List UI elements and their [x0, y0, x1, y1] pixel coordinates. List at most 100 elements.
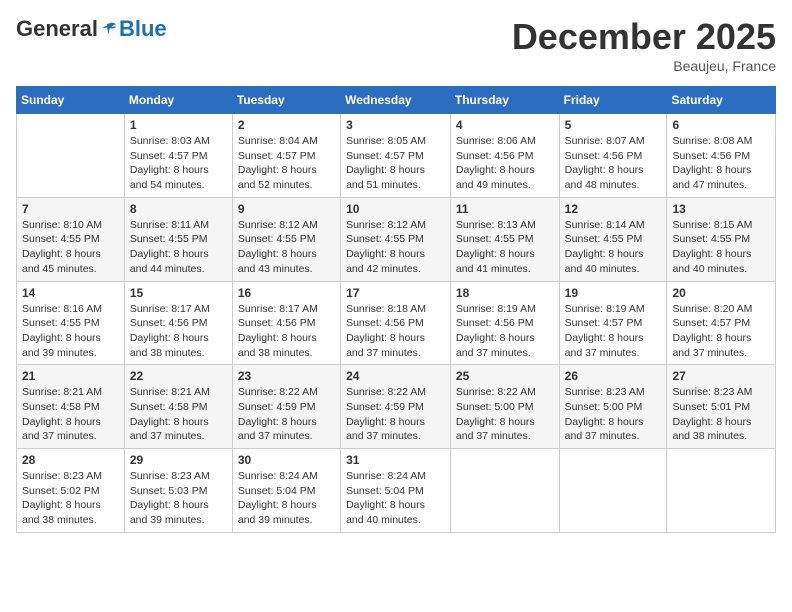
calendar-cell: 10 Sunrise: 8:12 AMSunset: 4:55 PMDayligh… — [341, 197, 451, 281]
calendar-cell: 5Sunrise: 8:07 AMSunset: 4:56 PMDaylight… — [559, 114, 667, 198]
day-info: Sunrise: 8:23 AMSunset: 5:01 PMDaylight:… — [672, 385, 770, 444]
day-number: 1 — [130, 118, 227, 132]
calendar-cell: 25 Sunrise: 8:22 AMSunset: 5:00 PMDayligh… — [450, 365, 559, 449]
calendar-cell: 24Sunrise: 8:22 AMSunset: 4:59 PMDayligh… — [341, 365, 451, 449]
day-number: 15 — [130, 286, 227, 300]
day-number: 17 — [346, 286, 445, 300]
calendar-cell: 13 Sunrise: 8:15 AMSunset: 4:55 PMDayligh… — [667, 197, 776, 281]
calendar-cell: 18 Sunrise: 8:19 AMSunset: 4:56 PMDayligh… — [450, 281, 559, 365]
days-header-row: SundayMondayTuesdayWednesdayThursdayFrid… — [17, 87, 776, 114]
day-number: 16 — [238, 286, 335, 300]
day-info: Sunrise: 8:22 AMSunset: 5:00 PMDaylight:… — [456, 385, 554, 444]
day-info: Sunrise: 8:10 AMSunset: 4:55 PMDaylight:… — [22, 218, 119, 277]
day-info: Sunrise: 8:12 AMSunset: 4:55 PMDaylight:… — [346, 218, 445, 277]
day-number: 5 — [565, 118, 662, 132]
day-info: Sunrise: 8:11 AMSunset: 4:55 PMDaylight:… — [130, 218, 227, 277]
day-info: Sunrise: 8:19 AMSunset: 4:56 PMDaylight:… — [456, 302, 554, 361]
day-number: 4 — [456, 118, 554, 132]
day-info: Sunrise: 8:22 AMSunset: 4:59 PMDaylight:… — [346, 385, 445, 444]
day-number: 25 — [456, 369, 554, 383]
day-info: Sunrise: 8:18 AMSunset: 4:56 PMDaylight:… — [346, 302, 445, 361]
week-row-4: 21Sunrise: 8:21 AMSunset: 4:58 PMDayligh… — [17, 365, 776, 449]
day-number: 28 — [22, 453, 119, 467]
calendar-cell: 14 Sunrise: 8:16 AMSunset: 4:55 PMDayligh… — [17, 281, 125, 365]
day-number: 26 — [565, 369, 662, 383]
day-info: Sunrise: 8:21 AMSunset: 4:58 PMDaylight:… — [130, 385, 227, 444]
month-title: December 2025 — [512, 16, 776, 58]
logo-general-text: General — [16, 16, 98, 42]
day-info: Sunrise: 8:21 AMSunset: 4:58 PMDaylight:… — [22, 385, 119, 444]
day-info: Sunrise: 8:23 AMSunset: 5:02 PMDaylight:… — [22, 469, 119, 528]
calendar-cell: 27Sunrise: 8:23 AMSunset: 5:01 PMDayligh… — [667, 365, 776, 449]
day-number: 18 — [456, 286, 554, 300]
calendar-cell: 31 Sunrise: 8:24 AMSunset: 5:04 PMDayligh… — [341, 449, 451, 533]
day-header-sunday: Sunday — [17, 87, 125, 114]
calendar-cell: 2Sunrise: 8:04 AMSunset: 4:57 PMDaylight… — [232, 114, 340, 198]
day-info: Sunrise: 8:24 AMSunset: 5:04 PMDaylight:… — [238, 469, 335, 528]
calendar-cell: 7 Sunrise: 8:10 AMSunset: 4:55 PMDaylight… — [17, 197, 125, 281]
calendar-cell: 30 Sunrise: 8:24 AMSunset: 5:04 PMDayligh… — [232, 449, 340, 533]
day-number: 12 — [565, 202, 662, 216]
calendar-body: 1 Sunrise: 8:03 AMSunset: 4:57 PMDaylight… — [17, 114, 776, 533]
day-header-monday: Monday — [124, 87, 232, 114]
calendar-cell — [17, 114, 125, 198]
day-info: Sunrise: 8:17 AMSunset: 4:56 PMDaylight:… — [130, 302, 227, 361]
title-section: December 2025 Beaujeu, France — [512, 16, 776, 74]
day-number: 20 — [672, 286, 770, 300]
calendar-cell: 26 Sunrise: 8:23 AMSunset: 5:00 PMDayligh… — [559, 365, 667, 449]
day-number: 6 — [672, 118, 770, 132]
day-number: 31 — [346, 453, 445, 467]
day-number: 29 — [130, 453, 227, 467]
calendar-cell: 19 Sunrise: 8:19 AMSunset: 4:57 PMDayligh… — [559, 281, 667, 365]
logo-blue-text: Blue — [119, 16, 167, 42]
day-number: 30 — [238, 453, 335, 467]
week-row-2: 7 Sunrise: 8:10 AMSunset: 4:55 PMDaylight… — [17, 197, 776, 281]
day-number: 8 — [130, 202, 227, 216]
week-row-5: 28 Sunrise: 8:23 AMSunset: 5:02 PMDayligh… — [17, 449, 776, 533]
day-info: Sunrise: 8:03 AMSunset: 4:57 PMDaylight:… — [130, 134, 227, 193]
calendar-cell — [667, 449, 776, 533]
day-number: 7 — [22, 202, 119, 216]
day-info: Sunrise: 8:06 AMSunset: 4:56 PMDaylight:… — [456, 134, 554, 193]
calendar-cell — [559, 449, 667, 533]
day-header-thursday: Thursday — [450, 87, 559, 114]
day-number: 14 — [22, 286, 119, 300]
day-info: Sunrise: 8:12 AMSunset: 4:55 PMDaylight:… — [238, 218, 335, 277]
day-number: 13 — [672, 202, 770, 216]
day-info: Sunrise: 8:23 AMSunset: 5:00 PMDaylight:… — [565, 385, 662, 444]
calendar-cell: 28 Sunrise: 8:23 AMSunset: 5:02 PMDayligh… — [17, 449, 125, 533]
day-number: 19 — [565, 286, 662, 300]
day-info: Sunrise: 8:23 AMSunset: 5:03 PMDaylight:… — [130, 469, 227, 528]
calendar-table: SundayMondayTuesdayWednesdayThursdayFrid… — [16, 86, 776, 533]
day-number: 11 — [456, 202, 554, 216]
day-header-saturday: Saturday — [667, 87, 776, 114]
day-info: Sunrise: 8:16 AMSunset: 4:55 PMDaylight:… — [22, 302, 119, 361]
day-info: Sunrise: 8:13 AMSunset: 4:55 PMDaylight:… — [456, 218, 554, 277]
week-row-1: 1 Sunrise: 8:03 AMSunset: 4:57 PMDaylight… — [17, 114, 776, 198]
calendar-cell: 20 Sunrise: 8:20 AMSunset: 4:57 PMDayligh… — [667, 281, 776, 365]
day-info: Sunrise: 8:19 AMSunset: 4:57 PMDaylight:… — [565, 302, 662, 361]
day-number: 10 — [346, 202, 445, 216]
calendar-cell: 12 Sunrise: 8:14 AMSunset: 4:55 PMDayligh… — [559, 197, 667, 281]
week-row-3: 14 Sunrise: 8:16 AMSunset: 4:55 PMDayligh… — [17, 281, 776, 365]
day-info: Sunrise: 8:24 AMSunset: 5:04 PMDaylight:… — [346, 469, 445, 528]
day-info: Sunrise: 8:15 AMSunset: 4:55 PMDaylight:… — [672, 218, 770, 277]
calendar-cell: 16Sunrise: 8:17 AMSunset: 4:56 PMDayligh… — [232, 281, 340, 365]
calendar-cell: 9Sunrise: 8:12 AMSunset: 4:55 PMDaylight… — [232, 197, 340, 281]
calendar-cell — [450, 449, 559, 533]
calendar-cell: 11 Sunrise: 8:13 AMSunset: 4:55 PMDayligh… — [450, 197, 559, 281]
day-info: Sunrise: 8:20 AMSunset: 4:57 PMDaylight:… — [672, 302, 770, 361]
calendar-cell: 8 Sunrise: 8:11 AMSunset: 4:55 PMDaylight… — [124, 197, 232, 281]
day-header-tuesday: Tuesday — [232, 87, 340, 114]
logo: General Blue — [16, 16, 167, 42]
day-info: Sunrise: 8:04 AMSunset: 4:57 PMDaylight:… — [238, 134, 335, 193]
day-info: Sunrise: 8:14 AMSunset: 4:55 PMDaylight:… — [565, 218, 662, 277]
calendar-cell: 1 Sunrise: 8:03 AMSunset: 4:57 PMDaylight… — [124, 114, 232, 198]
calendar-cell: 22Sunrise: 8:21 AMSunset: 4:58 PMDayligh… — [124, 365, 232, 449]
day-info: Sunrise: 8:22 AMSunset: 4:59 PMDaylight:… — [238, 385, 335, 444]
calendar-cell: 21Sunrise: 8:21 AMSunset: 4:58 PMDayligh… — [17, 365, 125, 449]
day-info: Sunrise: 8:08 AMSunset: 4:56 PMDaylight:… — [672, 134, 770, 193]
logo-bird-icon — [100, 20, 118, 38]
calendar-cell: 29 Sunrise: 8:23 AMSunset: 5:03 PMDayligh… — [124, 449, 232, 533]
calendar-cell: 4 Sunrise: 8:06 AMSunset: 4:56 PMDaylight… — [450, 114, 559, 198]
